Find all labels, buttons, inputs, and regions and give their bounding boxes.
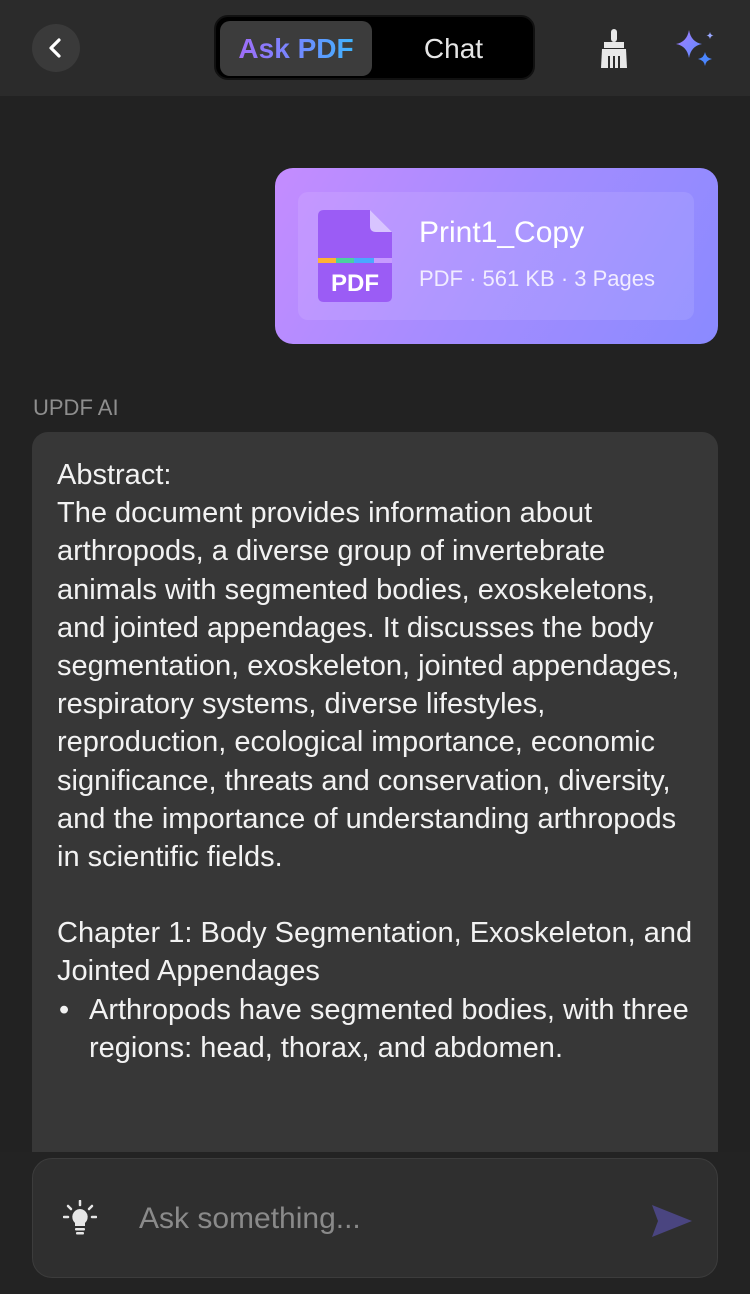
lightbulb-icon[interactable] (63, 1200, 97, 1236)
mode-switch: Ask PDF Chat (214, 15, 535, 80)
bullet-dot: • (59, 993, 70, 1026)
sender-label: UPDF AI (33, 395, 119, 420)
composer (32, 1158, 718, 1278)
attachment-card[interactable]: PDF Print1_Copy PDF · 561 KB · 3 Pages (275, 168, 718, 344)
chapter-heading: Chapter 1: Body Segmentation, Exoskeleto… (57, 917, 693, 988)
abstract-heading: Abstract: (57, 459, 172, 491)
pdf-file-icon: PDF (318, 210, 392, 302)
pdf-icon-label: PDF (331, 270, 379, 297)
list-item-text: Arthropods have segmented bodies, with t… (89, 993, 689, 1064)
ai-message-bubble: Abstract: The document provides informat… (32, 432, 718, 1172)
broom-icon[interactable] (597, 28, 631, 70)
tab-chat[interactable]: Chat (376, 21, 531, 76)
top-bar: Ask PDF Chat (0, 0, 750, 96)
attachment-inner: PDF Print1_Copy PDF · 561 KB · 3 Pages (298, 192, 694, 320)
sparkle-ai-icon[interactable] (672, 26, 718, 72)
chevron-left-icon (49, 38, 61, 58)
tab-ask-pdf-label: Ask PDF (238, 32, 354, 64)
ask-input[interactable] (137, 1195, 617, 1243)
attachment-name: Print1_Copy (419, 216, 585, 249)
tab-chat-label: Chat (423, 32, 484, 64)
abstract-text: The document provides information about … (57, 497, 680, 874)
ai-message-body: Abstract: The document provides informat… (57, 456, 697, 1067)
list-item: • Arthropods have segmented bodies, with… (57, 991, 697, 1067)
tab-ask-pdf[interactable]: Ask PDF (220, 21, 372, 76)
send-icon[interactable] (650, 1203, 694, 1239)
back-button[interactable] (32, 24, 80, 72)
attachment-meta: PDF · 561 KB · 3 Pages (419, 266, 655, 291)
